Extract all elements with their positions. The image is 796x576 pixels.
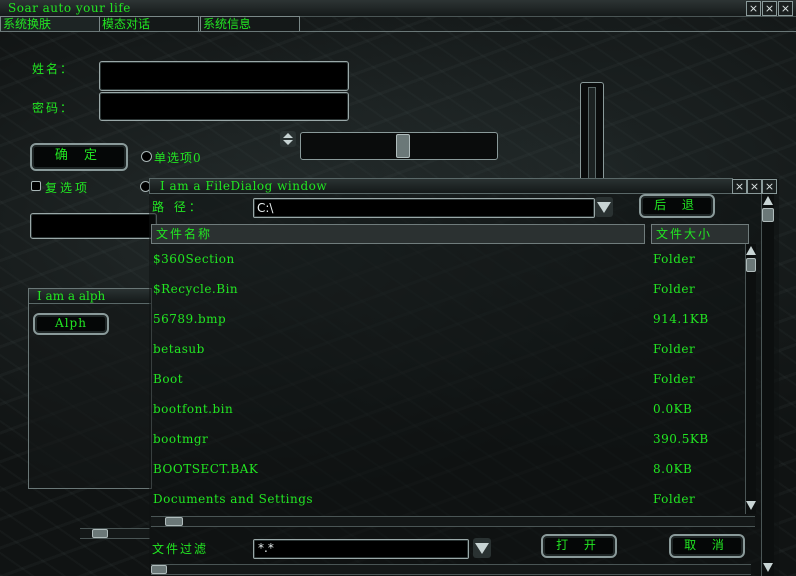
tab-modal-dialog[interactable]: 模态对话 [99, 16, 199, 31]
file-size: 914.1KB [653, 312, 709, 326]
list-item[interactable]: 56789.bmp 914.1KB [151, 312, 743, 332]
file-name: Documents and Settings [153, 492, 314, 506]
horizontal-slider[interactable] [300, 132, 498, 160]
list-item[interactable]: bootmgr 390.5KB [151, 432, 743, 452]
cancel-button[interactable]: 取 消 [669, 534, 745, 558]
scroll-up-icon[interactable] [763, 196, 773, 205]
back-button[interactable]: 后 退 [639, 194, 715, 218]
file-size: Folder [653, 282, 696, 296]
text-input[interactable] [30, 213, 157, 239]
file-name: 56789.bmp [153, 312, 227, 326]
file-size: Folder [653, 252, 696, 266]
scroll-up-icon[interactable] [746, 246, 756, 255]
file-name: betasub [153, 342, 205, 356]
radio-label: 单选项0 [154, 151, 202, 165]
file-name: $Recycle.Bin [153, 282, 239, 296]
alpha-button[interactable]: Alph [33, 313, 109, 335]
file-dialog-title: I am a FileDialog window [160, 179, 328, 193]
file-list-hscroll[interactable] [151, 516, 755, 527]
dialog-vscroll[interactable] [761, 194, 774, 576]
path-combobox[interactable]: C:\ [253, 198, 595, 218]
background-hscroll-thumb[interactable] [92, 529, 108, 538]
dialog-vscroll-thumb[interactable] [762, 208, 774, 222]
file-name: bootfont.bin [153, 402, 234, 416]
fd-close-button[interactable]: ⨯ [762, 179, 777, 194]
file-name: $360Section [153, 252, 235, 266]
window-title: Soar auto your life [8, 1, 131, 15]
list-item[interactable]: $Recycle.Bin Folder [151, 282, 743, 302]
filter-value: *.* [258, 541, 274, 555]
list-item[interactable]: bootfont.bin 0.0KB [151, 402, 743, 422]
file-list-hscroll-thumb[interactable] [165, 517, 183, 526]
file-size: Folder [653, 342, 696, 356]
file-name: BOOTSECT.BAK [153, 462, 259, 476]
main-titlebar: Soar auto your life ⨯ ⨯ ⨯ [0, 0, 796, 17]
vertical-slider[interactable] [580, 82, 604, 184]
checkbox-label: 复选项 [45, 181, 91, 195]
file-size: 0.0KB [653, 402, 693, 416]
chevron-down-icon [475, 543, 489, 554]
path-dropdown-button[interactable] [595, 197, 613, 217]
open-button[interactable]: 打 开 [541, 534, 617, 558]
list-item[interactable]: Boot Folder [151, 372, 743, 392]
file-name: Boot [153, 372, 184, 386]
fd-minimize-button[interactable]: ⨯ [732, 179, 747, 194]
list-item[interactable]: BOOTSECT.BAK 8.0KB [151, 462, 743, 482]
alpha-window: I am a alph Alph [28, 288, 152, 489]
tab-system-info[interactable]: 系统信息 [200, 16, 300, 31]
vertical-slider-track [588, 87, 596, 181]
spin-arrows-icon[interactable] [280, 131, 296, 147]
file-dialog: I am a FileDialog window ⨯ ⨯ ⨯ 路 径： C:\ … [149, 178, 779, 576]
tab-system-skin[interactable]: 系统换肤 [0, 16, 100, 31]
alpha-window-title: I am a alph [37, 289, 106, 303]
dialog-hscroll-thumb[interactable] [151, 565, 167, 574]
file-dialog-titlebar: I am a FileDialog window [149, 178, 733, 194]
name-input[interactable] [99, 61, 349, 91]
file-size: Folder [653, 492, 696, 506]
confirm-button[interactable]: 确 定 [30, 143, 128, 171]
filter-dropdown-button[interactable] [473, 538, 491, 558]
close-button[interactable]: ⨯ [778, 1, 793, 16]
background-hscroll[interactable] [80, 528, 150, 539]
radio-option-0[interactable] [141, 151, 152, 162]
horizontal-slider-thumb[interactable] [396, 134, 410, 158]
list-item[interactable]: $360Section Folder [151, 252, 743, 272]
column-header-name[interactable]: 文件名称 [151, 224, 645, 244]
file-name: bootmgr [153, 432, 209, 446]
filter-combobox[interactable]: *.* [253, 539, 469, 559]
password-label: 密码： [32, 101, 75, 115]
path-value: C:\ [257, 201, 274, 215]
name-label: 姓名： [32, 62, 75, 76]
file-size: Folder [653, 372, 696, 386]
filter-label: 文件过滤 [152, 542, 209, 556]
minimize-button[interactable]: ⨯ [746, 1, 761, 16]
chevron-down-icon [597, 202, 611, 213]
file-list: $360Section Folder $Recycle.Bin Folder 5… [151, 244, 743, 512]
list-item[interactable]: betasub Folder [151, 342, 743, 362]
password-input[interactable] [99, 92, 349, 121]
list-item[interactable]: Documents and Settings Folder [151, 492, 743, 512]
alpha-window-titlebar: I am a alph [29, 289, 151, 304]
file-size: 390.5KB [653, 432, 709, 446]
fd-maximize-button[interactable]: ⨯ [747, 179, 762, 194]
scroll-down-icon[interactable] [763, 563, 773, 572]
maximize-button[interactable]: ⨯ [762, 1, 777, 16]
file-size: 8.0KB [653, 462, 693, 476]
file-list-vscroll[interactable] [745, 244, 756, 514]
path-label: 路 径： [152, 200, 204, 214]
column-header-size[interactable]: 文件大小 [651, 224, 749, 244]
checkbox-option[interactable] [31, 181, 41, 191]
scroll-down-icon[interactable] [746, 501, 756, 510]
file-list-vscroll-thumb[interactable] [746, 258, 756, 272]
dialog-hscroll[interactable] [151, 564, 751, 575]
tab-bar: 系统换肤 模态对话 系统信息 [0, 16, 796, 32]
